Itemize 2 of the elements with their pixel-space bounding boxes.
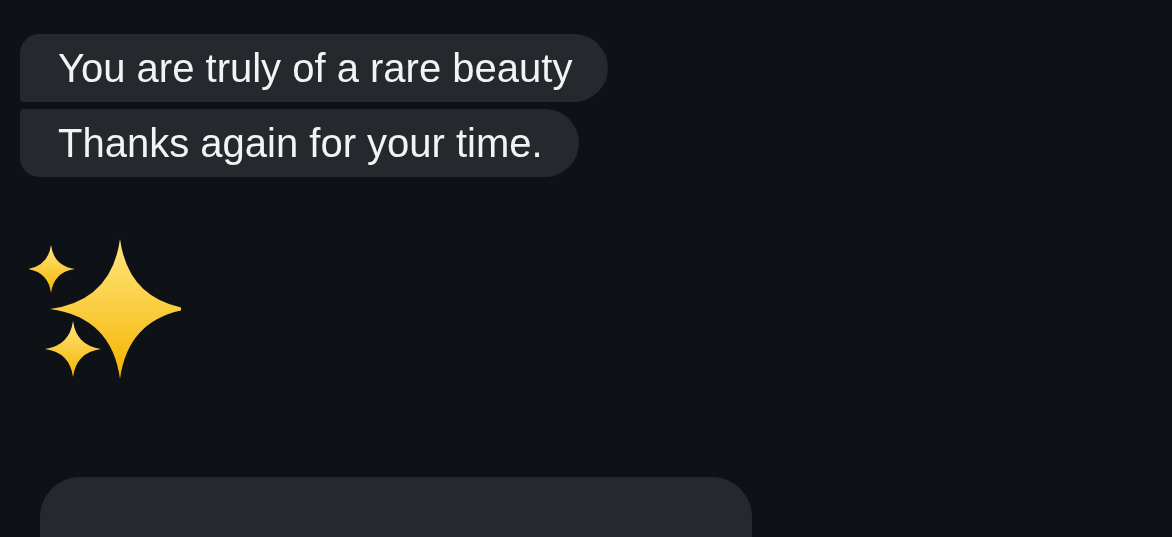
message-bubble: Thanks again for your time. — [20, 109, 579, 177]
message-bubble: You are truly of a rare beauty — [20, 34, 609, 102]
